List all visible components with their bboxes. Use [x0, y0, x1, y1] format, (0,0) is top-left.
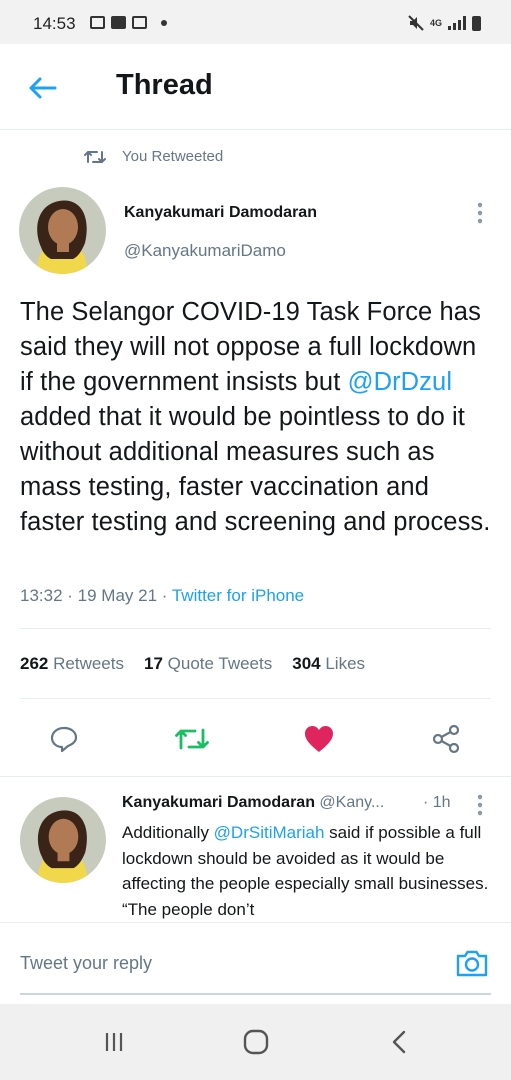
camera-button[interactable] [454, 945, 490, 981]
quote-tweets-label: Quote Tweets [167, 654, 273, 673]
retweet-icon [175, 728, 209, 750]
home-icon [243, 1029, 269, 1055]
retweets-label: Retweets [53, 654, 124, 673]
tweet-text-part: added that it would be pointless to do i… [20, 403, 491, 536]
reply-author-handle[interactable]: @Kany... [319, 794, 384, 811]
mention-link[interactable]: @DrDzul [348, 368, 453, 396]
recent-apps-icon [105, 1033, 123, 1051]
share-icon [432, 724, 460, 754]
system-icons: 4G [408, 15, 481, 31]
home-button[interactable] [236, 1022, 276, 1062]
heart-icon [305, 726, 333, 752]
app-notification-icon [111, 16, 126, 29]
tweet-text: The Selangor COVID-19 Task Force has sai… [20, 295, 495, 540]
tweet-actions [0, 718, 511, 760]
reply-text-part: Additionally [122, 823, 214, 842]
reply-button[interactable] [44, 718, 84, 760]
reply-author-row: Kanyakumari Damodaran @Kany... [122, 794, 384, 812]
mute-icon [408, 15, 424, 31]
system-back-button[interactable] [380, 1022, 420, 1062]
share-button[interactable] [426, 718, 466, 760]
avatar[interactable] [19, 187, 106, 274]
retweet-context-label: You Retweeted [122, 148, 224, 165]
back-button[interactable] [22, 68, 62, 108]
retweet-icon [84, 150, 106, 163]
divider [20, 628, 491, 629]
arrow-left-icon [29, 77, 57, 99]
page-title: Thread [116, 69, 213, 101]
divider [20, 698, 491, 699]
tweet-source-link[interactable]: Twitter for iPhone [172, 586, 304, 605]
reply-input[interactable]: Tweet your reply [20, 953, 152, 974]
reply-text: Additionally @DrSitiMariah said if possi… [122, 820, 492, 922]
thread-header: Thread [0, 44, 511, 130]
reply-mention-link[interactable]: @DrSitiMariah [214, 823, 325, 842]
speech-bubble-icon [50, 726, 78, 753]
notification-icons [90, 16, 167, 29]
more-vertical-icon [477, 202, 483, 224]
retweet-button[interactable] [172, 718, 212, 760]
retweets-count: 262 [20, 654, 49, 673]
tweet-time: 13:32 [20, 586, 63, 605]
like-button[interactable] [299, 718, 339, 760]
status-time: 14:53 [33, 14, 76, 33]
reply-time: · 1h [423, 794, 451, 811]
more-vertical-icon [477, 794, 483, 816]
likes-label: Likes [325, 654, 366, 673]
gallery-notification-icon [90, 16, 105, 29]
calendar-notification-icon [132, 16, 147, 29]
likes-stat[interactable]: 304 Likes [292, 654, 365, 674]
author-handle[interactable]: @KanyakumariDamo [124, 241, 286, 261]
meta-separator: · [62, 586, 78, 605]
camera-icon [456, 950, 488, 977]
reply-author-name[interactable]: Kanyakumari Damodaran [122, 794, 315, 811]
retweet-context: You Retweeted [84, 148, 223, 165]
quote-tweets-stat[interactable]: 17 Quote Tweets [144, 654, 272, 674]
likes-count: 304 [292, 654, 321, 673]
meta-separator: · [157, 586, 172, 605]
recent-apps-button[interactable] [94, 1022, 134, 1062]
chevron-left-icon [392, 1030, 406, 1054]
battery-icon [472, 15, 481, 31]
more-options-button[interactable] [470, 200, 490, 226]
network-type-label: 4G [429, 18, 442, 28]
reply-more-options-button[interactable] [470, 792, 490, 818]
retweets-stat[interactable]: 262 Retweets [20, 654, 124, 674]
signal-strength-icon [448, 16, 466, 30]
author-name[interactable]: Kanyakumari Damodaran [124, 204, 317, 222]
input-underline [20, 993, 491, 995]
reply-tweet[interactable]: Kanyakumari Damodaran @Kany... · 1h Addi… [0, 776, 511, 922]
more-notifications-dot-icon [161, 19, 167, 26]
quote-tweets-count: 17 [143, 654, 163, 673]
tweet-meta: 13:32 · 19 May 21 · Twitter for iPhone [20, 586, 304, 606]
system-nav-bar [0, 1004, 511, 1080]
tweet-date: 19 May 21 [77, 586, 158, 605]
tweet-stats: 262 Retweets 17 Quote Tweets 304 Likes [20, 654, 365, 674]
status-bar: 14:53 4G [0, 0, 511, 44]
reply-compose-bar: Tweet your reply [0, 922, 511, 1002]
